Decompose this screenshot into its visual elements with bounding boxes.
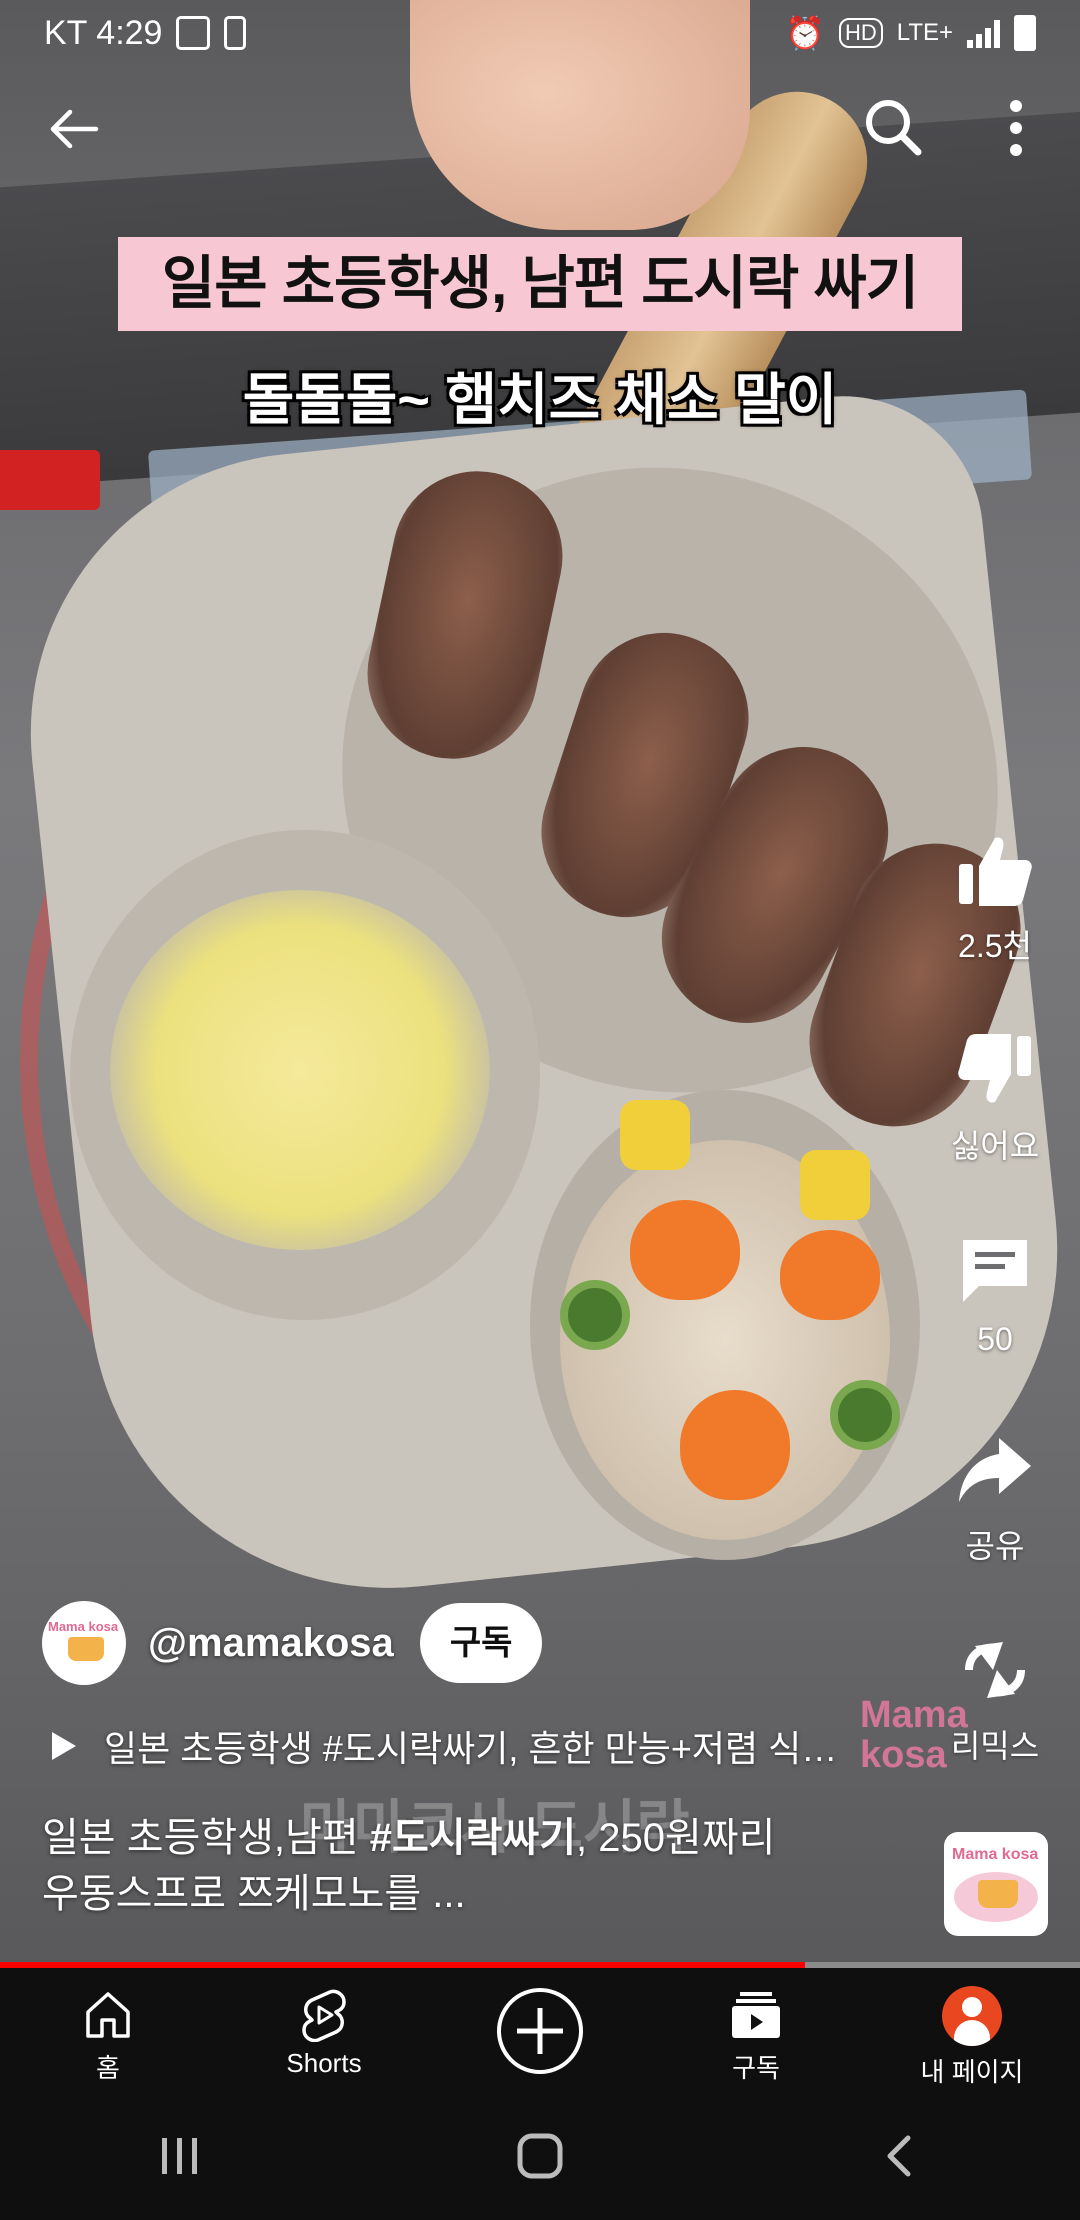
- okra-slice: [830, 1380, 900, 1450]
- description-text: , 250원짜리: [576, 1816, 776, 1860]
- nav-shorts[interactable]: Shorts: [216, 1968, 432, 2092]
- gallery-notification-icon: [176, 16, 211, 50]
- comments-button[interactable]: 50: [940, 1230, 1050, 1358]
- description-line-2: 우동스프로 쯔케모노를 ...: [42, 1872, 466, 1916]
- hashtag-link[interactable]: #도시락싸기: [370, 1816, 576, 1860]
- share-button[interactable]: 공유: [940, 1430, 1050, 1567]
- cake-icon: [68, 1637, 104, 1661]
- description-text: 일본 초등학생,남편: [42, 1816, 370, 1860]
- nav-subscriptions[interactable]: 구독: [648, 1968, 864, 2092]
- nav-create[interactable]: [432, 1968, 648, 2092]
- thumb-down-icon: [958, 1034, 1031, 1103]
- search-icon: [866, 100, 922, 156]
- nav-my-page-label: 내 페이지: [920, 2057, 1024, 2087]
- nav-shorts-label: Shorts: [286, 2048, 362, 2078]
- search-button[interactable]: [858, 92, 930, 164]
- dislike-button[interactable]: 싫어요: [940, 1030, 1050, 1167]
- okra-slice: [560, 1280, 630, 1350]
- nav-subscriptions-label: 구독: [732, 2053, 780, 2083]
- back-button[interactable]: [40, 94, 110, 164]
- remix-label: 리믹스: [950, 1728, 1040, 1764]
- nav-home[interactable]: 홈: [0, 1968, 216, 2092]
- video-description[interactable]: 일본 초등학생,남편 #도시락싸기, 250원짜리 우동스프로 쯔케모노를 ..…: [42, 1810, 902, 1922]
- network-type: LTE+: [896, 19, 953, 46]
- home-square-icon: [517, 2133, 563, 2179]
- nav-my-page[interactable]: 내 페이지: [864, 1968, 1080, 2092]
- like-button[interactable]: 2.5천: [940, 830, 1050, 967]
- home-system-button[interactable]: [480, 2116, 600, 2196]
- arrow-left-icon: [50, 109, 99, 149]
- recent-apps-icon: [162, 2138, 197, 2174]
- remix-button[interactable]: 리믹스: [940, 1630, 1050, 1767]
- carrot-slice: [630, 1200, 740, 1300]
- signal-icon: [967, 18, 1000, 48]
- back-system-button[interactable]: [840, 2116, 960, 2196]
- like-count: 2.5천: [958, 928, 1032, 964]
- battery-icon: [1014, 15, 1036, 51]
- comment-icon: [963, 1240, 1027, 1302]
- create-plus-icon: [497, 1988, 583, 2074]
- home-icon: [86, 1992, 130, 2038]
- shorts-icon: [302, 1989, 346, 2042]
- top-bar: [0, 82, 1080, 172]
- cake-icon: [978, 1880, 1018, 1908]
- corn-piece: [620, 1100, 690, 1170]
- more-options-button[interactable]: [990, 92, 1042, 164]
- related-video-link[interactable]: 일본 초등학생 #도시락싸기, 흔한 만능+저렴 식…: [42, 1718, 902, 1774]
- dislike-label: 싫어요: [950, 1128, 1040, 1164]
- bottom-navigation: 홈 Shorts 구독 내 페이지: [0, 1968, 1080, 2092]
- share-icon: [959, 1438, 1031, 1502]
- profile-avatar-icon: [942, 1986, 1002, 2046]
- stove-indicator: [0, 450, 100, 510]
- sim-notification-icon: [224, 16, 247, 50]
- alarm-icon: ⏰: [785, 15, 825, 51]
- thumb-up-icon: [959, 837, 1032, 906]
- system-navigation-bar: [0, 2092, 1080, 2220]
- remix-icon: [965, 1642, 1025, 1698]
- video-caption-subtitle: 돌돌돌~ 햄치즈 채소 말이: [242, 368, 838, 431]
- share-label: 공유: [965, 1528, 1025, 1564]
- corn-piece: [800, 1150, 870, 1220]
- play-icon: [52, 1732, 76, 1760]
- comment-count: 50: [977, 1321, 1013, 1357]
- sound-logo-text: Mama kosa: [952, 1846, 1039, 1863]
- recent-apps-button[interactable]: [120, 2116, 240, 2196]
- channel-row: Mama kosa @mamakosa 구독: [42, 1600, 543, 1686]
- video-caption-title: 일본 초등학생, 남편 도시락 싸기: [118, 237, 962, 331]
- related-video-title: 일본 초등학생 #도시락싸기, 흔한 만능+저렴 식…: [104, 1728, 838, 1769]
- subscriptions-icon: [732, 1992, 780, 2038]
- description-line-1: 일본 초등학생,남편 #도시락싸기, 250원짜리: [42, 1810, 902, 1866]
- scrambled-egg: [110, 890, 490, 1250]
- chevron-left-icon: [887, 2135, 911, 2177]
- status-bar: KT 4:29 ⏰ HD LTE+: [0, 0, 1080, 66]
- nav-home-label: 홈: [96, 2053, 120, 2083]
- avatar-logo-text: Mama kosa: [48, 1619, 119, 1634]
- carrot-slice: [680, 1390, 790, 1500]
- carrot-slice: [780, 1230, 880, 1320]
- more-vert-icon: [1010, 100, 1022, 156]
- sound-thumbnail[interactable]: Mama kosa: [944, 1832, 1048, 1936]
- carrier-time: KT 4:29: [44, 13, 163, 52]
- channel-handle[interactable]: @mamakosa: [148, 1621, 394, 1666]
- channel-avatar[interactable]: Mama kosa: [42, 1601, 126, 1685]
- hd-voice-icon: HD: [838, 18, 883, 48]
- subscribe-button[interactable]: 구독: [419, 1603, 543, 1683]
